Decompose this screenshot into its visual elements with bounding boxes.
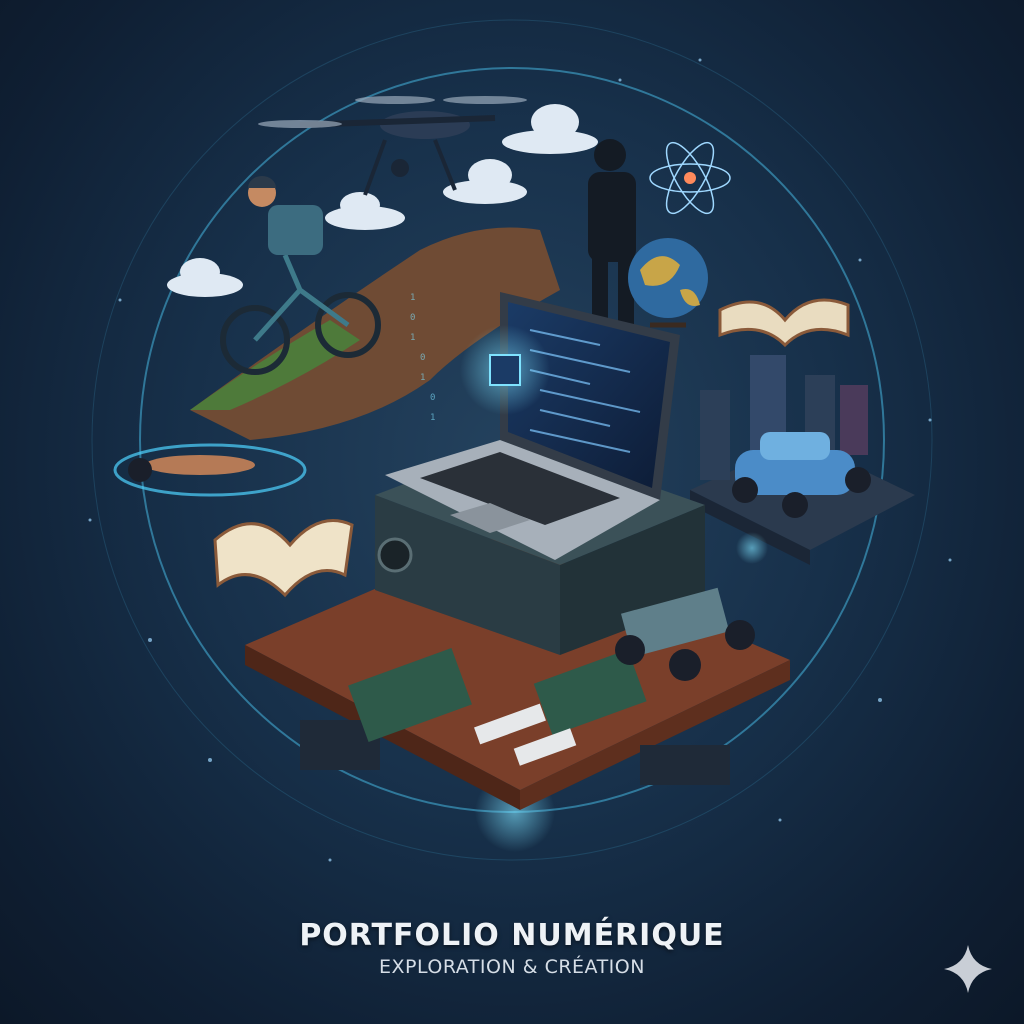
open-book-left <box>213 519 354 598</box>
svg-text:0: 0 <box>410 313 415 323</box>
svg-text:1: 1 <box>430 413 435 423</box>
portfolio-subtitle: EXPLORATION & CRÉATION <box>379 956 645 978</box>
swimmer <box>113 443 307 497</box>
open-book-top <box>718 298 850 348</box>
svg-text:0: 0 <box>420 353 425 363</box>
portfolio-illustration: 1010 101 PORTFOLIO NUMÉRIQUE EXPLORATION… <box>0 0 1024 1024</box>
atom-icon <box>649 141 731 215</box>
globe <box>628 238 708 328</box>
svg-text:1: 1 <box>420 373 425 383</box>
svg-text:1: 1 <box>410 333 415 343</box>
svg-text:0: 0 <box>430 393 435 403</box>
illustration-scene: 1010 101 <box>88 19 992 993</box>
cpu-chip <box>460 325 550 415</box>
svg-text:1: 1 <box>410 293 415 303</box>
person-silhouette <box>588 139 636 325</box>
glowing-light <box>736 532 768 564</box>
portfolio-title: PORTFOLIO NUMÉRIQUE <box>299 918 725 953</box>
